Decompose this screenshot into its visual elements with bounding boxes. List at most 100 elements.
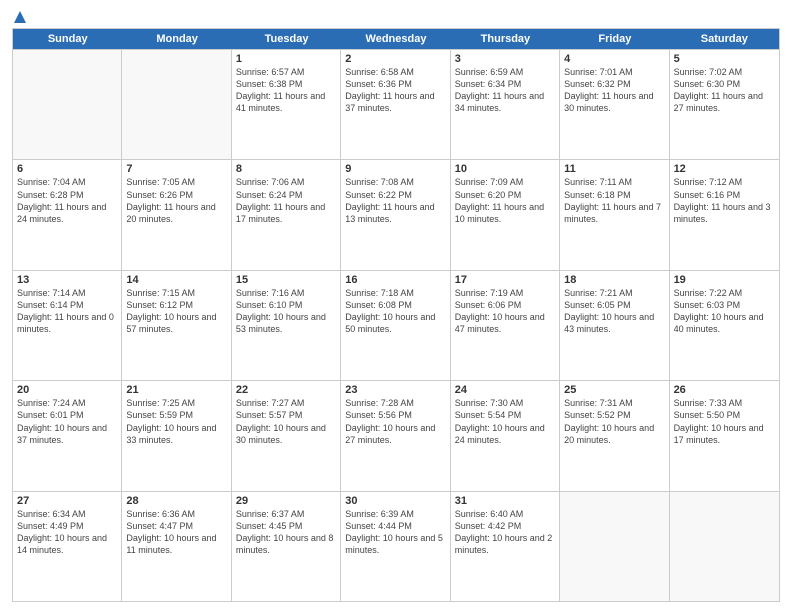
day-number: 18 — [564, 274, 664, 286]
calendar: Sunday Monday Tuesday Wednesday Thursday… — [12, 28, 780, 602]
table-row: 21Sunrise: 7:25 AM Sunset: 5:59 PM Dayli… — [122, 381, 231, 490]
table-row: 12Sunrise: 7:12 AM Sunset: 6:16 PM Dayli… — [670, 160, 779, 269]
day-info: Sunrise: 6:59 AM Sunset: 6:34 PM Dayligh… — [455, 66, 555, 115]
header-friday: Friday — [560, 29, 669, 49]
day-number: 1 — [236, 53, 336, 65]
day-info: Sunrise: 7:05 AM Sunset: 6:26 PM Dayligh… — [126, 176, 226, 225]
table-row: 1Sunrise: 6:57 AM Sunset: 6:38 PM Daylig… — [232, 50, 341, 159]
header-wednesday: Wednesday — [341, 29, 450, 49]
calendar-row: 6Sunrise: 7:04 AM Sunset: 6:28 PM Daylig… — [13, 159, 779, 269]
day-number: 30 — [345, 495, 445, 507]
day-info: Sunrise: 6:40 AM Sunset: 4:42 PM Dayligh… — [455, 508, 555, 557]
day-info: Sunrise: 6:36 AM Sunset: 4:47 PM Dayligh… — [126, 508, 226, 557]
day-number: 24 — [455, 384, 555, 396]
day-info: Sunrise: 7:15 AM Sunset: 6:12 PM Dayligh… — [126, 287, 226, 336]
day-info: Sunrise: 7:12 AM Sunset: 6:16 PM Dayligh… — [674, 176, 775, 225]
day-info: Sunrise: 6:39 AM Sunset: 4:44 PM Dayligh… — [345, 508, 445, 557]
table-row: 13Sunrise: 7:14 AM Sunset: 6:14 PM Dayli… — [13, 271, 122, 380]
header-monday: Monday — [122, 29, 231, 49]
day-number: 26 — [674, 384, 775, 396]
table-row: 6Sunrise: 7:04 AM Sunset: 6:28 PM Daylig… — [13, 160, 122, 269]
header-sunday: Sunday — [13, 29, 122, 49]
day-number: 15 — [236, 274, 336, 286]
table-row: 2Sunrise: 6:58 AM Sunset: 6:36 PM Daylig… — [341, 50, 450, 159]
day-info: Sunrise: 7:01 AM Sunset: 6:32 PM Dayligh… — [564, 66, 664, 115]
day-number: 17 — [455, 274, 555, 286]
day-number: 10 — [455, 163, 555, 175]
day-number: 3 — [455, 53, 555, 65]
day-number: 8 — [236, 163, 336, 175]
table-row: 17Sunrise: 7:19 AM Sunset: 6:06 PM Dayli… — [451, 271, 560, 380]
day-info: Sunrise: 7:19 AM Sunset: 6:06 PM Dayligh… — [455, 287, 555, 336]
table-row: 25Sunrise: 7:31 AM Sunset: 5:52 PM Dayli… — [560, 381, 669, 490]
table-row — [13, 50, 122, 159]
day-number: 12 — [674, 163, 775, 175]
table-row: 27Sunrise: 6:34 AM Sunset: 4:49 PM Dayli… — [13, 492, 122, 601]
table-row: 28Sunrise: 6:36 AM Sunset: 4:47 PM Dayli… — [122, 492, 231, 601]
day-info: Sunrise: 7:22 AM Sunset: 6:03 PM Dayligh… — [674, 287, 775, 336]
calendar-row: 20Sunrise: 7:24 AM Sunset: 6:01 PM Dayli… — [13, 380, 779, 490]
table-row: 31Sunrise: 6:40 AM Sunset: 4:42 PM Dayli… — [451, 492, 560, 601]
table-row: 22Sunrise: 7:27 AM Sunset: 5:57 PM Dayli… — [232, 381, 341, 490]
table-row: 9Sunrise: 7:08 AM Sunset: 6:22 PM Daylig… — [341, 160, 450, 269]
day-info: Sunrise: 7:02 AM Sunset: 6:30 PM Dayligh… — [674, 66, 775, 115]
day-info: Sunrise: 7:09 AM Sunset: 6:20 PM Dayligh… — [455, 176, 555, 225]
table-row: 20Sunrise: 7:24 AM Sunset: 6:01 PM Dayli… — [13, 381, 122, 490]
table-row — [560, 492, 669, 601]
table-row: 10Sunrise: 7:09 AM Sunset: 6:20 PM Dayli… — [451, 160, 560, 269]
logo-triangle-icon — [13, 10, 27, 24]
day-number: 25 — [564, 384, 664, 396]
day-info: Sunrise: 7:30 AM Sunset: 5:54 PM Dayligh… — [455, 397, 555, 446]
day-number: 20 — [17, 384, 117, 396]
calendar-row: 27Sunrise: 6:34 AM Sunset: 4:49 PM Dayli… — [13, 491, 779, 601]
day-number: 28 — [126, 495, 226, 507]
day-info: Sunrise: 7:31 AM Sunset: 5:52 PM Dayligh… — [564, 397, 664, 446]
table-row: 8Sunrise: 7:06 AM Sunset: 6:24 PM Daylig… — [232, 160, 341, 269]
day-number: 7 — [126, 163, 226, 175]
day-info: Sunrise: 7:08 AM Sunset: 6:22 PM Dayligh… — [345, 176, 445, 225]
table-row: 5Sunrise: 7:02 AM Sunset: 6:30 PM Daylig… — [670, 50, 779, 159]
day-number: 21 — [126, 384, 226, 396]
day-number: 11 — [564, 163, 664, 175]
table-row — [670, 492, 779, 601]
day-info: Sunrise: 7:14 AM Sunset: 6:14 PM Dayligh… — [17, 287, 117, 336]
table-row: 3Sunrise: 6:59 AM Sunset: 6:34 PM Daylig… — [451, 50, 560, 159]
table-row: 14Sunrise: 7:15 AM Sunset: 6:12 PM Dayli… — [122, 271, 231, 380]
day-number: 19 — [674, 274, 775, 286]
header-tuesday: Tuesday — [232, 29, 341, 49]
day-number: 13 — [17, 274, 117, 286]
day-info: Sunrise: 6:57 AM Sunset: 6:38 PM Dayligh… — [236, 66, 336, 115]
table-row: 7Sunrise: 7:05 AM Sunset: 6:26 PM Daylig… — [122, 160, 231, 269]
table-row — [122, 50, 231, 159]
day-info: Sunrise: 7:27 AM Sunset: 5:57 PM Dayligh… — [236, 397, 336, 446]
day-number: 22 — [236, 384, 336, 396]
table-row: 18Sunrise: 7:21 AM Sunset: 6:05 PM Dayli… — [560, 271, 669, 380]
header-saturday: Saturday — [670, 29, 779, 49]
logo — [12, 10, 28, 20]
day-info: Sunrise: 6:34 AM Sunset: 4:49 PM Dayligh… — [17, 508, 117, 557]
table-row: 4Sunrise: 7:01 AM Sunset: 6:32 PM Daylig… — [560, 50, 669, 159]
table-row: 30Sunrise: 6:39 AM Sunset: 4:44 PM Dayli… — [341, 492, 450, 601]
day-number: 4 — [564, 53, 664, 65]
day-number: 16 — [345, 274, 445, 286]
day-number: 5 — [674, 53, 775, 65]
day-info: Sunrise: 7:21 AM Sunset: 6:05 PM Dayligh… — [564, 287, 664, 336]
day-number: 27 — [17, 495, 117, 507]
day-number: 2 — [345, 53, 445, 65]
day-info: Sunrise: 7:33 AM Sunset: 5:50 PM Dayligh… — [674, 397, 775, 446]
table-row: 15Sunrise: 7:16 AM Sunset: 6:10 PM Dayli… — [232, 271, 341, 380]
table-row: 24Sunrise: 7:30 AM Sunset: 5:54 PM Dayli… — [451, 381, 560, 490]
day-info: Sunrise: 7:16 AM Sunset: 6:10 PM Dayligh… — [236, 287, 336, 336]
header-thursday: Thursday — [451, 29, 560, 49]
day-number: 23 — [345, 384, 445, 396]
day-info: Sunrise: 7:24 AM Sunset: 6:01 PM Dayligh… — [17, 397, 117, 446]
day-info: Sunrise: 6:58 AM Sunset: 6:36 PM Dayligh… — [345, 66, 445, 115]
table-row: 23Sunrise: 7:28 AM Sunset: 5:56 PM Dayli… — [341, 381, 450, 490]
day-info: Sunrise: 7:06 AM Sunset: 6:24 PM Dayligh… — [236, 176, 336, 225]
day-number: 31 — [455, 495, 555, 507]
calendar-header: Sunday Monday Tuesday Wednesday Thursday… — [13, 29, 779, 49]
table-row: 29Sunrise: 6:37 AM Sunset: 4:45 PM Dayli… — [232, 492, 341, 601]
table-row: 26Sunrise: 7:33 AM Sunset: 5:50 PM Dayli… — [670, 381, 779, 490]
day-number: 29 — [236, 495, 336, 507]
calendar-row: 1Sunrise: 6:57 AM Sunset: 6:38 PM Daylig… — [13, 49, 779, 159]
